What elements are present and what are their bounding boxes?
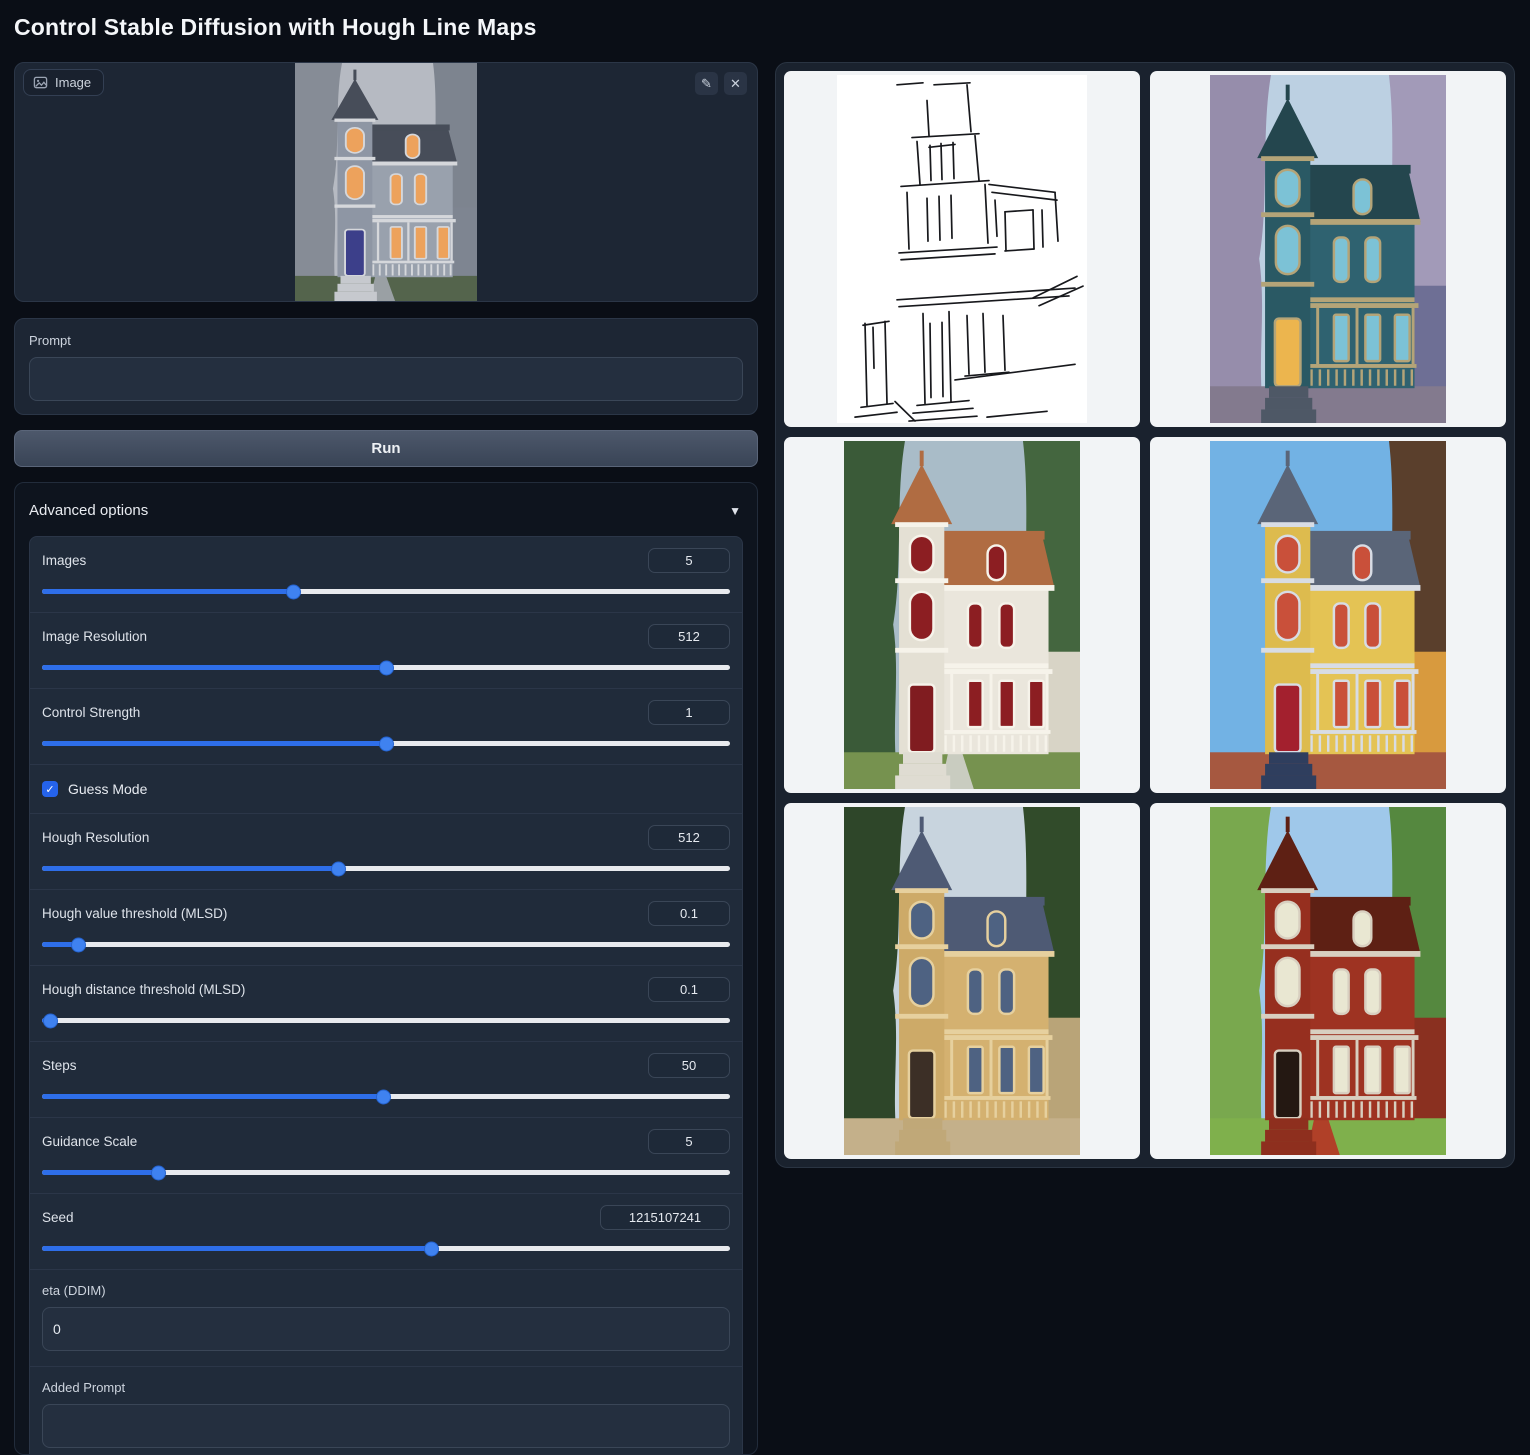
slider-row-steps: Steps 50 xyxy=(30,1041,742,1117)
image-input-label: Image xyxy=(23,69,104,96)
hough-distance-threshold-value[interactable]: 0.1 xyxy=(648,977,730,1002)
added-prompt-label: Added Prompt xyxy=(42,1380,730,1395)
page-title: Control Stable Diffusion with Hough Line… xyxy=(14,14,537,41)
advanced-options-title: Advanced options xyxy=(29,502,148,519)
image-resolution-label: Image Resolution xyxy=(42,629,147,644)
images-slider[interactable] xyxy=(42,584,730,599)
pencil-icon: ✎ xyxy=(701,77,712,90)
hough-value-threshold-value[interactable]: 0.1 xyxy=(648,901,730,926)
advanced-options-accordion: Advanced options ▼ Images 5 Image Resolu… xyxy=(14,482,758,1455)
result-image-yellow xyxy=(1210,441,1446,789)
edit-image-button[interactable]: ✎ xyxy=(695,72,718,95)
guidance-scale-label: Guidance Scale xyxy=(42,1134,137,1149)
slider-handle[interactable] xyxy=(379,660,394,675)
seed-slider[interactable] xyxy=(42,1241,730,1256)
run-button[interactable]: Run xyxy=(14,430,758,467)
guidance-scale-value[interactable]: 5 xyxy=(648,1129,730,1154)
result-image-gold xyxy=(844,807,1080,1155)
image-resolution-value[interactable]: 512 xyxy=(648,624,730,649)
seed-label: Seed xyxy=(42,1210,74,1225)
slider-row-seed: Seed 1215107241 xyxy=(30,1193,742,1269)
hough-value-threshold-slider[interactable] xyxy=(42,937,730,952)
slider-handle[interactable] xyxy=(286,584,301,599)
eta-label: eta (DDIM) xyxy=(42,1283,730,1298)
slider-handle[interactable] xyxy=(376,1089,391,1104)
images-label: Images xyxy=(42,553,86,568)
hough-distance-threshold-slider[interactable] xyxy=(42,1013,730,1028)
control-strength-slider[interactable] xyxy=(42,736,730,751)
slider-row-control-strength: Control Strength 1 xyxy=(30,688,742,764)
image-input-component[interactable]: Image ✎ ✕ xyxy=(14,62,758,302)
steps-slider[interactable] xyxy=(42,1089,730,1104)
slider-row-image-resolution: Image Resolution 512 xyxy=(30,612,742,688)
steps-label: Steps xyxy=(42,1058,77,1073)
chevron-down-icon: ▼ xyxy=(729,504,741,518)
eta-input[interactable] xyxy=(42,1307,730,1351)
slider-handle[interactable] xyxy=(71,937,86,952)
image-input-label-text: Image xyxy=(55,75,91,90)
eta-row: eta (DDIM) xyxy=(30,1269,742,1366)
slider-row-hough-resolution: Hough Resolution 512 xyxy=(30,813,742,889)
slider-handle[interactable] xyxy=(151,1165,166,1180)
image-icon xyxy=(33,75,48,90)
result-image-white xyxy=(844,441,1080,789)
guess-mode-row: ✓ Guess Mode xyxy=(30,764,742,813)
slider-row-guidance-scale: Guidance Scale 5 xyxy=(30,1117,742,1193)
prompt-group: Prompt xyxy=(14,318,758,415)
image-resolution-slider[interactable] xyxy=(42,660,730,675)
result-gallery xyxy=(775,62,1515,1168)
input-image xyxy=(15,63,757,301)
gallery-item-gold-house[interactable] xyxy=(784,803,1140,1159)
control-strength-label: Control Strength xyxy=(42,705,140,720)
slider-handle[interactable] xyxy=(379,736,394,751)
advanced-options-form: Images 5 Image Resolution 512 Control St… xyxy=(29,536,743,1455)
clear-image-button[interactable]: ✕ xyxy=(724,72,747,95)
slider-handle[interactable] xyxy=(331,861,346,876)
advanced-options-header[interactable]: Advanced options ▼ xyxy=(15,483,757,536)
hough-line-map-image xyxy=(837,75,1087,423)
gallery-item-hough-map[interactable] xyxy=(784,71,1140,427)
steps-value[interactable]: 50 xyxy=(648,1053,730,1078)
input-house-photo xyxy=(295,63,477,301)
hough-distance-threshold-label: Hough distance threshold (MLSD) xyxy=(42,982,245,997)
added-prompt-input[interactable] xyxy=(42,1404,730,1448)
gallery-item-teal-house[interactable] xyxy=(1150,71,1506,427)
guidance-scale-slider[interactable] xyxy=(42,1165,730,1180)
hough-resolution-label: Hough Resolution xyxy=(42,830,149,845)
slider-handle[interactable] xyxy=(424,1241,439,1256)
slider-row-hough-distance-threshold: Hough distance threshold (MLSD) 0.1 xyxy=(30,965,742,1041)
gallery-item-yellow-house[interactable] xyxy=(1150,437,1506,793)
gallery-item-white-house[interactable] xyxy=(784,437,1140,793)
seed-value[interactable]: 1215107241 xyxy=(600,1205,730,1230)
slider-row-hough-value-threshold: Hough value threshold (MLSD) 0.1 xyxy=(30,889,742,965)
prompt-input[interactable] xyxy=(29,357,743,401)
hough-resolution-slider[interactable] xyxy=(42,861,730,876)
images-value[interactable]: 5 xyxy=(648,548,730,573)
control-strength-value[interactable]: 1 xyxy=(648,700,730,725)
hough-resolution-value[interactable]: 512 xyxy=(648,825,730,850)
guess-mode-checkbox[interactable]: ✓ xyxy=(42,781,58,797)
guess-mode-label[interactable]: Guess Mode xyxy=(68,781,147,797)
hough-value-threshold-label: Hough value threshold (MLSD) xyxy=(42,906,227,921)
slider-handle[interactable] xyxy=(43,1013,58,1028)
result-image-red xyxy=(1210,807,1446,1155)
close-icon: ✕ xyxy=(730,77,741,90)
prompt-label: Prompt xyxy=(29,333,743,348)
added-prompt-row: Added Prompt xyxy=(30,1366,742,1455)
result-image-teal xyxy=(1210,75,1446,423)
slider-row-images: Images 5 xyxy=(30,537,742,612)
gallery-item-red-house[interactable] xyxy=(1150,803,1506,1159)
